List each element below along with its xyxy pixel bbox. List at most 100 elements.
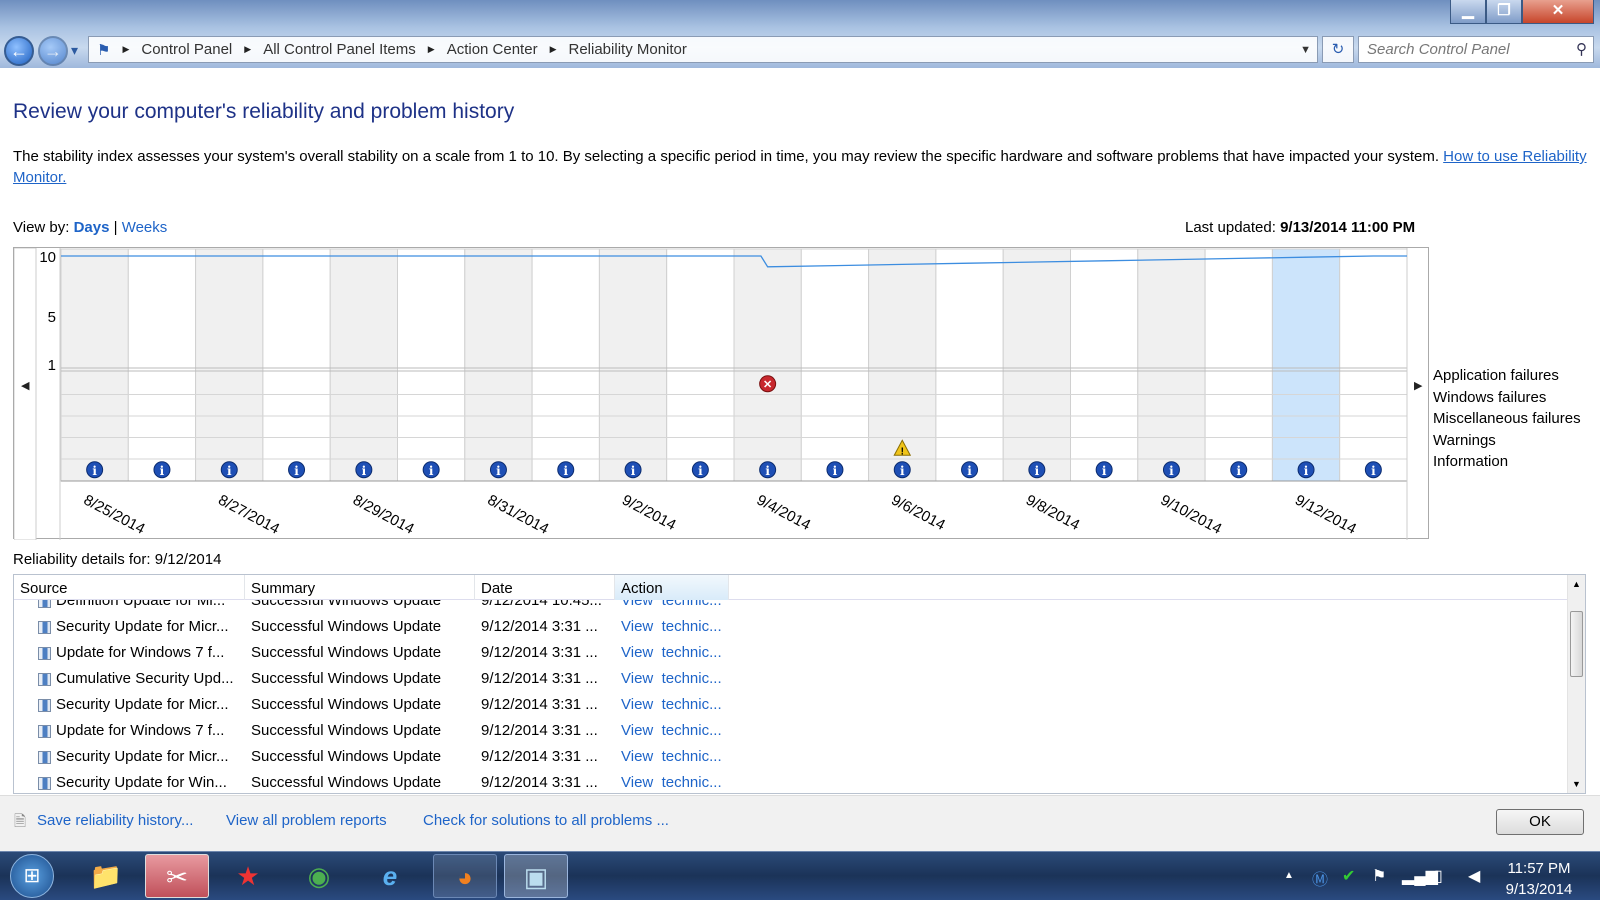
- day-column-8/26[interactable]: [127, 248, 197, 482]
- day-column-8/31[interactable]: [464, 248, 533, 482]
- internet-explorer-taskbar-icon[interactable]: e: [358, 854, 422, 898]
- day-column-9/1[interactable]: [531, 248, 600, 482]
- clock[interactable]: 11:57 PM 9/13/2014: [1500, 858, 1578, 900]
- breadcrumb-all-items[interactable]: All Control Panel Items: [263, 41, 416, 58]
- information-icon[interactable]: i: [961, 461, 979, 479]
- star-app-taskbar-icon[interactable]: ★: [216, 854, 280, 898]
- information-icon[interactable]: i: [691, 461, 709, 479]
- information-icon[interactable]: i: [624, 461, 642, 479]
- table-row[interactable]: Security Update for Micr... Successful W…: [14, 614, 1554, 640]
- update-tray-icon[interactable]: ✔: [1342, 866, 1355, 886]
- table-row[interactable]: Update for Windows 7 f... Successful Win…: [14, 640, 1554, 666]
- information-icon[interactable]: i: [759, 461, 777, 479]
- information-icon[interactable]: i: [1297, 461, 1315, 479]
- day-column-9/8[interactable]: [1002, 248, 1072, 482]
- maximize-button[interactable]: ❐: [1486, 0, 1522, 24]
- day-column-9/7[interactable]: [935, 248, 1004, 482]
- volume-icon[interactable]: ◀: [1468, 866, 1480, 886]
- information-icon[interactable]: i: [1095, 461, 1113, 479]
- day-column-8/25[interactable]: [60, 248, 129, 482]
- battery-icon[interactable]: ▯: [1434, 866, 1443, 886]
- save-history-link[interactable]: Save reliability history...: [37, 812, 193, 829]
- column-source[interactable]: Source: [14, 575, 245, 600]
- scroll-right-icon[interactable]: ▶: [1414, 380, 1423, 392]
- day-column-9/12[interactable]: [1271, 248, 1341, 482]
- address-bar[interactable]: ⚑ ▶ Control Panel ▶ All Control Panel It…: [88, 36, 1318, 63]
- view-technical-details-link[interactable]: View technic...: [621, 744, 722, 770]
- refresh-button[interactable]: ↻: [1322, 36, 1354, 63]
- table-row[interactable]: Security Update for Micr... Successful W…: [14, 692, 1554, 718]
- day-column-8/27[interactable]: [195, 248, 264, 482]
- table-row[interactable]: Security Update for Win... Successful Wi…: [14, 770, 1554, 793]
- firefox-taskbar-icon[interactable]: ◕: [433, 854, 497, 898]
- information-icon[interactable]: i: [893, 461, 911, 479]
- day-column-9/4[interactable]: [733, 248, 802, 482]
- close-button[interactable]: ✕: [1522, 0, 1594, 24]
- breadcrumb-reliability-monitor[interactable]: Reliability Monitor: [569, 41, 687, 58]
- information-icon[interactable]: i: [355, 461, 373, 479]
- check-solutions-link[interactable]: Check for solutions to all problems ...: [423, 812, 669, 829]
- view-days-link[interactable]: Days: [74, 219, 110, 236]
- address-dropdown-icon[interactable]: ▼: [1300, 44, 1311, 56]
- vertical-scrollbar[interactable]: ▲ ▼: [1567, 575, 1585, 793]
- column-summary[interactable]: Summary: [245, 575, 475, 600]
- view-technical-details-link[interactable]: View technic...: [621, 640, 722, 666]
- table-row[interactable]: Cumulative Security Upd... Successful Wi…: [14, 666, 1554, 692]
- scroll-down-icon[interactable]: ▼: [1568, 775, 1585, 793]
- information-icon[interactable]: i: [86, 461, 104, 479]
- view-technical-details-link[interactable]: View technic...: [621, 614, 722, 640]
- information-icon[interactable]: i: [826, 461, 844, 479]
- view-all-reports-link[interactable]: View all problem reports: [226, 812, 387, 829]
- scroll-left-icon[interactable]: ◀: [21, 380, 30, 392]
- search-icon[interactable]: ⚲: [1576, 37, 1587, 62]
- minimize-button[interactable]: ▁: [1450, 0, 1486, 24]
- reliability-chart[interactable]: ◀ ▶ 10 5 1 i i i i i i i i i i i i i i i i i i i i ✕! 8/25/2014 8/2…: [13, 247, 1581, 541]
- start-button[interactable]: ⊞: [10, 854, 54, 898]
- snipping-tool-taskbar-icon[interactable]: ✂: [145, 854, 209, 898]
- forward-button[interactable]: →: [38, 36, 68, 66]
- breadcrumb-control-panel[interactable]: Control Panel: [141, 41, 232, 58]
- explorer-taskbar-icon[interactable]: 📁: [74, 854, 138, 898]
- view-technical-details-link[interactable]: View technic...: [621, 692, 722, 718]
- breadcrumb-action-center[interactable]: Action Center: [447, 41, 538, 58]
- chrome-taskbar-icon[interactable]: ◉: [287, 854, 351, 898]
- information-icon[interactable]: i: [1162, 461, 1180, 479]
- day-column-9/10[interactable]: [1137, 248, 1206, 482]
- view-technical-details-link[interactable]: View technic...: [621, 770, 722, 793]
- information-icon[interactable]: i: [153, 461, 171, 479]
- information-icon[interactable]: i: [220, 461, 238, 479]
- reliability-chart-svg[interactable]: ◀ ▶ 10 5 1 i i i i i i i i i i i i i i i i i i i i ✕! 8/25/2014 8/2…: [13, 247, 1430, 541]
- scroll-up-icon[interactable]: ▲: [1568, 575, 1585, 593]
- day-column-8/28[interactable]: [262, 248, 331, 482]
- day-column-9/9[interactable]: [1070, 248, 1139, 482]
- details-table[interactable]: Definition Update for Mi... Successful W…: [13, 574, 1586, 794]
- information-icon[interactable]: i: [557, 461, 575, 479]
- day-column-9/2[interactable]: [598, 248, 668, 482]
- column-date[interactable]: Date: [475, 575, 615, 600]
- day-column-9/5[interactable]: [800, 248, 870, 482]
- action-center-flag-icon[interactable]: ⚑: [1372, 866, 1386, 886]
- information-icon[interactable]: i: [1028, 461, 1046, 479]
- ok-button[interactable]: OK: [1496, 809, 1584, 835]
- day-column-9/13[interactable]: [1339, 248, 1408, 482]
- view-weeks-link[interactable]: Weeks: [122, 219, 168, 236]
- table-row[interactable]: Update for Windows 7 f... Successful Win…: [14, 718, 1554, 744]
- malwarebytes-tray-icon[interactable]: Ⓜ: [1312, 866, 1328, 890]
- scroll-thumb[interactable]: [1570, 611, 1583, 677]
- information-icon[interactable]: i: [1364, 461, 1382, 479]
- network-signal-icon[interactable]: ▂▄▆: [1402, 866, 1438, 886]
- column-action[interactable]: Action: [615, 575, 729, 600]
- day-column-8/29[interactable]: [329, 248, 399, 482]
- error-icon[interactable]: ✕: [759, 375, 777, 393]
- day-column-8/30[interactable]: [397, 248, 466, 482]
- back-button[interactable]: ←: [4, 36, 34, 66]
- search-input[interactable]: Search Control Panel ⚲: [1358, 36, 1594, 63]
- information-icon[interactable]: i: [1230, 461, 1248, 479]
- information-icon[interactable]: i: [288, 461, 306, 479]
- information-icon[interactable]: i: [422, 461, 440, 479]
- show-hidden-icons[interactable]: ▲: [1284, 870, 1294, 881]
- day-column-9/11[interactable]: [1204, 248, 1273, 482]
- view-technical-details-link[interactable]: View technic...: [621, 666, 722, 692]
- table-row[interactable]: Security Update for Micr... Successful W…: [14, 744, 1554, 770]
- view-technical-details-link[interactable]: View technic...: [621, 718, 722, 744]
